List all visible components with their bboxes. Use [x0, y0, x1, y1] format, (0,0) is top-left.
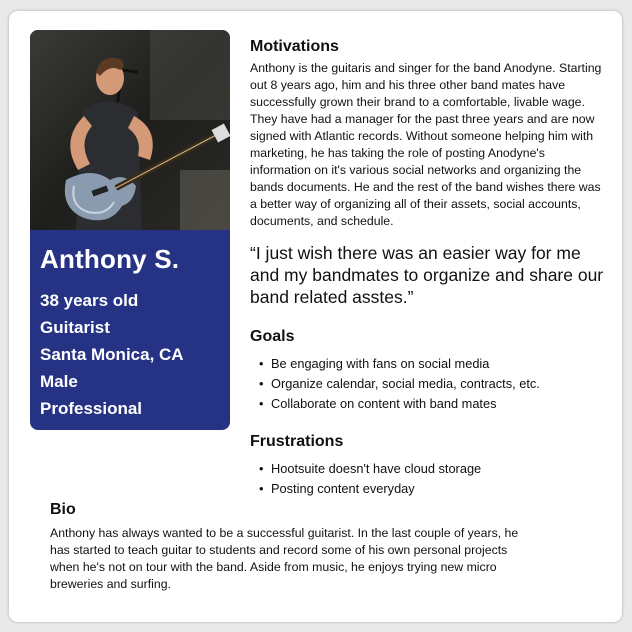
fact-age: 38 years old	[40, 291, 139, 310]
persona-name: Anthony S.	[40, 244, 180, 274]
frustration-text: Posting content everyday	[271, 481, 415, 496]
list-item: • Organize calendar, social media, contra…	[259, 374, 606, 394]
details-column: Motivations Anthony is the guitaris and …	[250, 36, 606, 499]
fact-occupation: Guitarist	[40, 318, 110, 337]
fact-gender: Male	[40, 372, 78, 391]
fact-location: Santa Monica, CA	[40, 345, 184, 364]
motivations-heading: Motivations	[250, 38, 339, 55]
list-item: • Posting content everyday	[259, 479, 606, 499]
frustration-text: Hootsuite doesn't have cloud storage	[271, 461, 482, 476]
frustrations-list: • Hootsuite doesn't have cloud storage • P…	[259, 459, 606, 499]
bullet-icon: •	[259, 481, 264, 496]
goals-list: • Be engaging with fans on social media •…	[259, 354, 606, 414]
profile-photo	[30, 30, 230, 230]
profile-panel: Anthony S. 38 years old Guitarist Santa …	[30, 30, 230, 430]
motivations-text: Anthony is the guitaris and singer for t…	[250, 61, 602, 228]
fact-status: Professional	[40, 399, 143, 418]
goals-heading: Goals	[250, 328, 295, 345]
bullet-icon: •	[259, 356, 264, 371]
persona-facts: 38 years old Guitarist Santa Monica, CA …	[40, 287, 222, 422]
bullet-icon: •	[259, 461, 264, 476]
profile-info: Anthony S. 38 years old Guitarist Santa …	[40, 239, 222, 422]
list-item: • Be engaging with fans on social media	[259, 354, 606, 374]
bullet-icon: •	[259, 396, 264, 411]
goal-text: Organize calendar, social media, contrac…	[271, 376, 540, 391]
bullet-icon: •	[259, 376, 264, 391]
bio-section: Bio Anthony has always wanted to be a su…	[50, 499, 530, 593]
goal-text: Collaborate on content with band mates	[271, 396, 497, 411]
frustrations-heading: Frustrations	[250, 433, 344, 450]
goal-text: Be engaging with fans on social media	[271, 356, 490, 371]
bio-heading: Bio	[50, 501, 76, 518]
list-item: • Collaborate on content with band mates	[259, 394, 606, 414]
persona-quote: “I just wish there was an easier way for…	[250, 243, 604, 307]
bio-text: Anthony has always wanted to be a succes…	[50, 526, 519, 591]
list-item: • Hootsuite doesn't have cloud storage	[259, 459, 606, 479]
